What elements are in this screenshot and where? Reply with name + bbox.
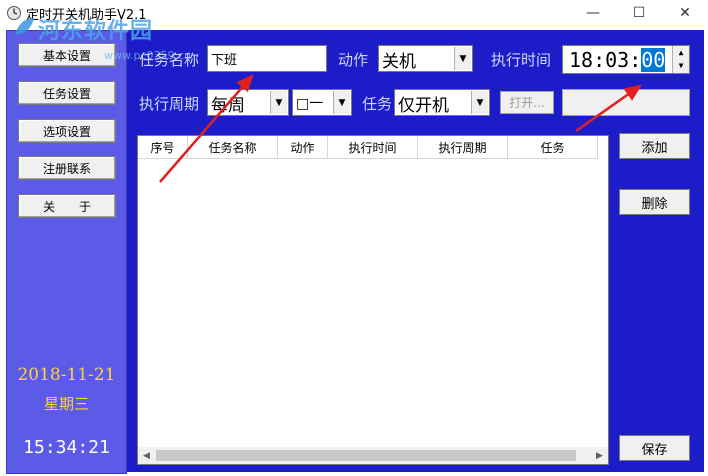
horizontal-scrollbar[interactable]: ◀ ▶ — [138, 447, 608, 464]
period-select-value: 每周 — [211, 96, 245, 116]
period-select[interactable]: 每周 ▼ — [207, 89, 289, 116]
task-label: 任务 — [362, 95, 393, 113]
program-path-field[interactable] — [562, 89, 690, 116]
column-header[interactable]: 执行周期 — [418, 136, 508, 158]
add-button[interactable]: 添加 — [619, 133, 690, 159]
weekday-select[interactable]: □一 ▼ — [292, 89, 352, 116]
exec-time-picker[interactable]: 18:03:00 ▲ ▼ — [562, 45, 690, 74]
weekday-select-value: □一 — [296, 96, 324, 112]
watermark-text: 河东软件园 — [38, 19, 154, 44]
sidebar-item-register-contact[interactable]: 注册联系 — [18, 156, 116, 180]
current-weekday: 星期三 — [43, 395, 89, 413]
column-header[interactable]: 任务名称 — [188, 136, 278, 158]
scroll-left-icon[interactable]: ◀ — [138, 447, 155, 464]
chevron-down-icon[interactable]: ▼ — [471, 91, 488, 114]
sidebar-item-task-settings[interactable]: 任务设置 — [18, 81, 116, 105]
action-select-value: 关机 — [382, 52, 416, 72]
sidebar-item-about[interactable]: 关 于 — [18, 194, 116, 218]
task-table[interactable]: 序号 任务名称 动作 执行时间 执行周期 任务 ◀ ▶ — [137, 135, 609, 465]
exec-time-label: 执行时间 — [491, 51, 552, 69]
action-label: 动作 — [338, 51, 369, 69]
watermark-leaf-icon — [15, 18, 34, 35]
scroll-right-icon[interactable]: ▶ — [591, 447, 608, 464]
task-type-select[interactable]: 仅开机 ▼ — [394, 89, 490, 116]
column-header[interactable]: 任务 — [508, 136, 598, 158]
close-button[interactable]: ✕ — [662, 0, 708, 26]
chevron-down-icon[interactable]: ▼ — [333, 91, 350, 114]
sidebar: 基本设置 任务设置 选项设置 注册联系 关 于 2018-11-21 星期三 1… — [6, 30, 127, 474]
column-header[interactable]: 序号 — [138, 136, 188, 158]
task-name-label: 任务名称 — [139, 51, 200, 69]
column-header[interactable]: 动作 — [278, 136, 328, 158]
spin-down-icon[interactable]: ▼ — [673, 59, 689, 72]
action-select[interactable]: 关机 ▼ — [378, 45, 473, 72]
task-type-select-value: 仅开机 — [398, 96, 449, 116]
current-date: 2018-11-21 — [17, 365, 116, 385]
spin-up-icon[interactable]: ▲ — [673, 46, 689, 59]
maximize-button[interactable]: ☐ — [616, 0, 662, 26]
scrollbar-thumb[interactable] — [156, 450, 576, 461]
time-second[interactable]: 00 — [641, 48, 666, 72]
chevron-down-icon[interactable]: ▼ — [270, 91, 287, 114]
save-button[interactable]: 保存 — [619, 435, 690, 461]
current-clock: 15:34:21 — [23, 437, 110, 458]
table-header: 序号 任务名称 动作 执行时间 执行周期 任务 — [138, 136, 598, 159]
exec-period-label: 执行周期 — [139, 95, 200, 113]
minimize-button[interactable]: — — [570, 0, 616, 26]
open-file-button[interactable]: 打开... — [500, 91, 554, 114]
chevron-down-icon[interactable]: ▼ — [454, 47, 471, 70]
time-hour-minute[interactable]: 18:03: — [569, 48, 641, 72]
column-header[interactable]: 执行时间 — [328, 136, 418, 158]
task-name-input[interactable]: 下班 — [207, 45, 327, 72]
time-spinner[interactable]: ▲ ▼ — [672, 46, 689, 73]
delete-button[interactable]: 删除 — [619, 189, 690, 215]
sidebar-item-option-settings[interactable]: 选项设置 — [18, 119, 116, 143]
